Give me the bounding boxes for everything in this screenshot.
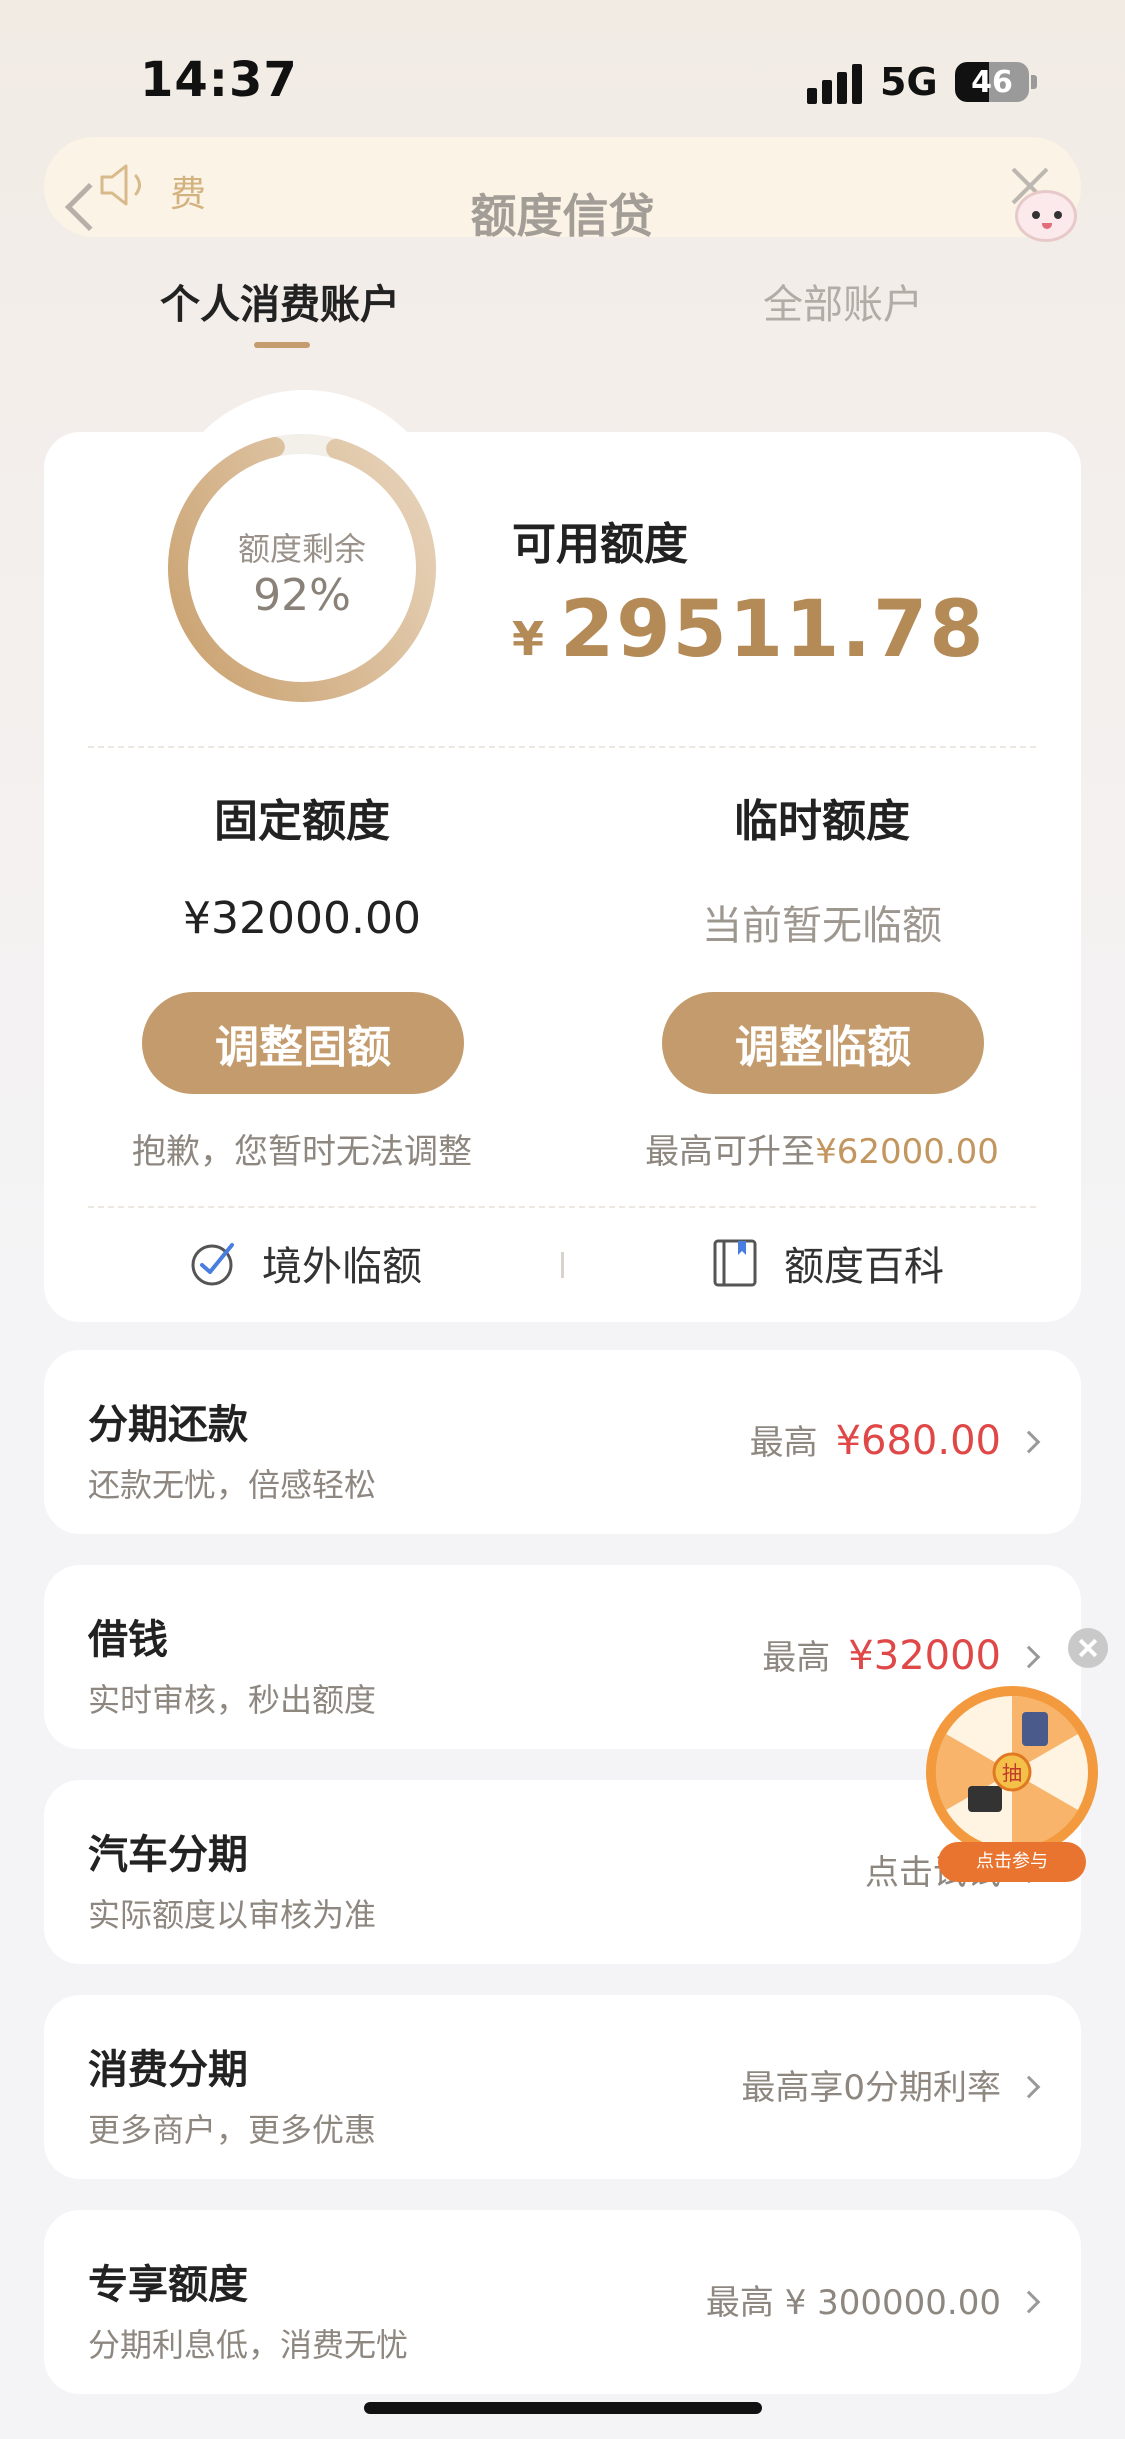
temporary-limit-value: 当前暂无临额 [702, 903, 942, 949]
chevron-right-icon [1017, 1430, 1041, 1454]
battery-level: 46 [971, 65, 1013, 100]
row-right-text: 最高 ¥ 300000.00 [705, 2283, 1001, 2323]
overseas-limit-link[interactable]: 境外临额 [188, 1233, 422, 1293]
row-subtitle: 更多商户，更多优惠 [88, 2111, 377, 2149]
tab-all-accounts[interactable]: 全部账户 [763, 272, 923, 330]
fixed-limit-note: 抱歉，您暂时无法调整 [132, 1132, 472, 1172]
chevron-right-icon [1017, 2290, 1041, 2314]
available-amount: 29511.78 [560, 585, 986, 675]
row-title: 分期还款 [88, 1402, 248, 1448]
battery-cap [1031, 75, 1037, 89]
divider [88, 746, 1036, 748]
consumer-installment-row[interactable]: 消费分期 更多商户，更多优惠 最高享0分期利率 [44, 1995, 1081, 2179]
fixed-limit-value: ¥32000.00 [183, 893, 421, 944]
row-right-text: 最高享0分期利率 [741, 2068, 1001, 2108]
installment-repayment-row[interactable]: 分期还款 还款无忧，倍感轻松 最高 ¥680.00 [44, 1350, 1081, 1534]
limit-encyclopedia-label: 额度百科 [784, 1244, 944, 1290]
limit-encyclopedia-link[interactable]: 额度百科 [710, 1233, 944, 1293]
temporary-note-amount: ¥62000.00 [815, 1132, 999, 1172]
overseas-limit-label: 境外临额 [262, 1244, 422, 1290]
ring-label: 额度剩余 [237, 530, 366, 568]
tab-personal-account[interactable]: 个人消费账户 [160, 272, 400, 330]
temporary-limit-title: 临时额度 [734, 796, 910, 847]
row-title: 专享额度 [88, 2262, 248, 2308]
row-subtitle: 分期利息低，消费无忧 [88, 2326, 409, 2364]
lucky-wheel-icon[interactable]: 抽 [922, 1682, 1102, 1862]
book-icon [713, 1239, 757, 1287]
tab-active-indicator [254, 342, 310, 348]
mascot-icon[interactable] [1015, 190, 1077, 242]
participate-tag[interactable]: 点击参与 [938, 1842, 1086, 1882]
row-right-prefix: 最高 [762, 1638, 831, 1678]
temporary-limit-note: 最高可升至¥62000.00 [562, 1124, 1082, 1173]
row-right-amount: ¥32000 [848, 1633, 1001, 1679]
page-title: 额度信贷 [470, 189, 655, 243]
row-right-prefix: 最高 [749, 1423, 818, 1463]
chevron-right-icon [1017, 2075, 1041, 2099]
ring-percent: 92% [253, 570, 351, 621]
battery-icon: 46 [955, 62, 1029, 102]
divider [88, 1206, 1036, 1208]
currency-symbol: ¥ [512, 612, 545, 666]
available-label: 可用额度 [512, 519, 688, 570]
row-subtitle: 实际额度以审核为准 [88, 1896, 377, 1934]
row-right: 最高 ¥32000 [762, 1630, 1001, 1679]
row-title: 消费分期 [88, 2047, 248, 2093]
overseas-icon [191, 1243, 234, 1286]
row-subtitle: 实时审核，秒出额度 [88, 1681, 377, 1719]
row-title: 借钱 [88, 1617, 168, 1663]
row-subtitle: 还款无忧，倍感轻松 [88, 1466, 377, 1504]
status-time: 14:37 [140, 52, 298, 108]
row-title: 汽车分期 [88, 1832, 248, 1878]
row-right-amount: ¥680.00 [835, 1418, 1001, 1464]
link-separator [561, 1252, 564, 1278]
row-right: 最高 ¥680.00 [750, 1415, 1001, 1464]
adjust-fixed-button[interactable]: 调整固额 [142, 992, 464, 1094]
wheel-center-label: 抽 [1002, 1761, 1022, 1785]
chevron-right-icon [1017, 1645, 1041, 1669]
fixed-limit-title: 固定额度 [214, 796, 390, 847]
signal-icon [807, 64, 863, 104]
temporary-note-prefix: 最高可升至 [645, 1132, 816, 1172]
exclusive-limit-row[interactable]: 专享额度 分期利息低，消费无忧 最高 ¥ 300000.00 [44, 2210, 1081, 2394]
floating-close-icon[interactable] [1068, 1628, 1108, 1668]
network-type: 5G [880, 60, 938, 104]
adjust-temporary-button[interactable]: 调整临额 [662, 992, 984, 1094]
home-indicator [364, 2402, 762, 2414]
